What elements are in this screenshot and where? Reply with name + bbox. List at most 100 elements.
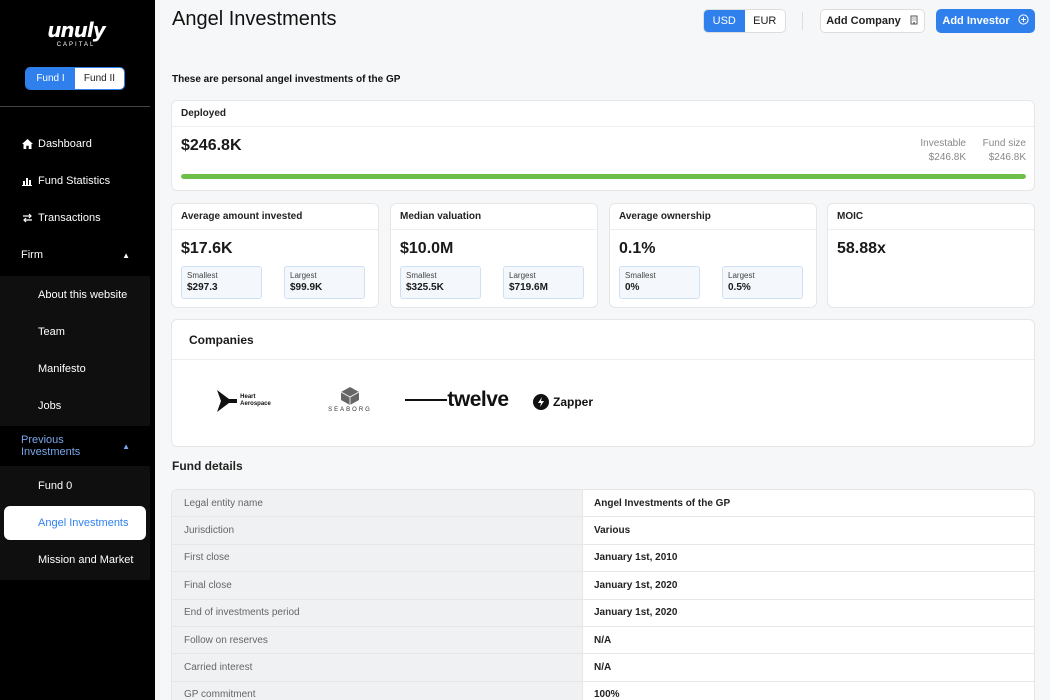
fund-option-fund-i[interactable]: Fund I [26,68,75,89]
deployed-progress-bar [181,174,1026,179]
detail-value: January 1st, 2020 [594,607,678,619]
currency-option-usd[interactable]: USD [704,10,745,32]
fund-details-title: Fund details [172,459,243,473]
mini-label: Smallest [625,271,656,280]
mini-label: Smallest [406,271,437,280]
mini-value: $99.9K [290,282,323,293]
deployed-card: Deployed $246.8K Investable $246.8K Fund… [171,100,1035,191]
detail-value: January 1st, 2010 [594,552,678,564]
fund-size-value: $246.8K [988,152,1026,163]
sidebar-item-angel-investments[interactable]: Angel Investments [4,506,146,540]
sidebar-item-label: Transactions [38,212,101,224]
home-icon [20,139,34,149]
twelve-line [405,399,448,401]
button-label: Add Company [826,15,901,27]
detail-value: 100% [594,689,620,700]
detail-value: Various [594,525,631,537]
sidebar-section-previous-investments[interactable]: Previous Investments ▲ [0,432,150,460]
card-title: Companies [172,320,1034,360]
table-row: Final close January 1st, 2020 [172,572,1034,600]
sidebar-item-fund-0[interactable]: Fund 0 [4,469,146,503]
mini-value: $325.5K [406,282,444,293]
sidebar-section-firm[interactable]: Firm ▲ [0,241,150,269]
avg-invested-card: Average amount invested $17.6K Smallest … [171,203,379,308]
sidebar-item-jobs[interactable]: Jobs [4,389,146,423]
add-investor-button[interactable]: Add Investor [936,9,1035,33]
sidebar-item-mission-and-market[interactable]: Mission and Market [4,543,146,577]
swap-icon [20,213,34,223]
deployed-value: $246.8K [181,137,242,154]
sidebar-item-about[interactable]: About this website [4,278,146,312]
sidebar-item-dashboard[interactable]: Dashboard [0,129,150,159]
sidebar-item-label: Dashboard [38,138,92,150]
moic-card: MOIC 58.88x [827,203,1035,308]
seaborg-wordmark: SEABORG [328,407,372,413]
add-company-button[interactable]: Add Company [820,9,925,33]
detail-key: Legal entity name [172,490,583,517]
table-row: Jurisdiction Various [172,517,1034,545]
smallest-box: Smallest 0% [619,266,700,299]
investable-value: $246.8K [928,152,966,163]
section-label: Previous Investments [21,434,81,458]
table-row: Carried interest N/A [172,654,1034,682]
detail-key: GP commitment [172,681,583,700]
mini-label: Largest [509,271,536,280]
table-row: Follow on reserves N/A [172,626,1034,655]
company-logo-zapper[interactable]: Zapper [532,392,594,412]
sidebar-item-team[interactable]: Team [4,315,146,349]
mini-value: $719.6M [509,282,548,293]
sidebar-item-manifesto[interactable]: Manifesto [4,352,146,386]
mini-value: 0.5% [728,282,751,293]
sidebar-item-transactions[interactable]: Transactions [0,203,150,233]
zapper-wordmark: Zapper [552,395,593,409]
fund-option-fund-ii[interactable]: Fund II [75,68,124,89]
detail-value: January 1st, 2020 [594,579,678,591]
table-row: GP commitment 100% [172,681,1034,700]
company-logo-heart-aerospace[interactable]: Heart Aerospace [212,388,276,414]
twelve-wordmark: twelve [447,388,509,411]
mini-label: Largest [728,271,755,280]
detail-key: Follow on reserves [172,626,583,654]
detail-key: End of investments period [172,599,583,626]
currency-toggle: USD EUR [703,9,786,33]
table-row: First close January 1st, 2010 [172,544,1034,573]
logo-text-line: Aerospace [240,401,271,407]
detail-value: Angel Investments of the GP [594,497,731,509]
card-title: Average amount invested [172,204,378,230]
mini-label: Smallest [187,271,218,280]
avg-ownership-card: Average ownership 0.1% Smallest 0% Large… [609,203,817,308]
company-logo-seaborg[interactable]: SEABORG [320,384,380,416]
table-row: End of investments period January 1st, 2… [172,599,1034,627]
fund-size-label: Fund size [982,138,1026,149]
detail-key: Carried interest [172,654,583,681]
largest-box: Largest $99.9K [284,266,365,299]
fund-switch: Fund I Fund II [25,67,125,90]
heart-aerospace-mark [217,390,238,412]
sidebar-item-fund-statistics[interactable]: Fund Statistics [0,166,150,196]
card-title: MOIC [828,204,1034,230]
median-valuation-card: Median valuation $10.0M Smallest $325.5K… [390,203,598,308]
detail-key: Final close [172,572,583,599]
card-title: Average ownership [610,204,816,230]
button-label: Add Investor [942,15,1010,27]
moic-value: 58.88x [837,240,886,257]
heart-aerospace-wordmark: Heart Aerospace [240,394,271,408]
logo-word: unuly [47,18,106,42]
logo-subtitle: CAPITAL [56,42,96,48]
zapper-mark [532,394,549,410]
seaborg-mark [340,387,360,405]
chart-icon [20,176,34,186]
chevron-up-icon: ▲ [122,441,130,451]
plus-circle-icon [1018,14,1029,28]
section-label: Firm [21,249,43,261]
page-title: Angel Investments [172,8,337,30]
detail-value: N/A [594,634,612,646]
mini-value: $297.3 [187,282,218,293]
brand-logo[interactable]: unuly CAPITAL [45,20,107,50]
currency-option-eur[interactable]: EUR [745,10,786,32]
logo-text-line: Heart [240,394,256,400]
company-logo-twelve[interactable]: twelve [402,386,512,414]
largest-box: Largest $719.6M [503,266,584,299]
avg-ownership-value: 0.1% [619,240,656,257]
sidebar-divider [0,106,150,107]
